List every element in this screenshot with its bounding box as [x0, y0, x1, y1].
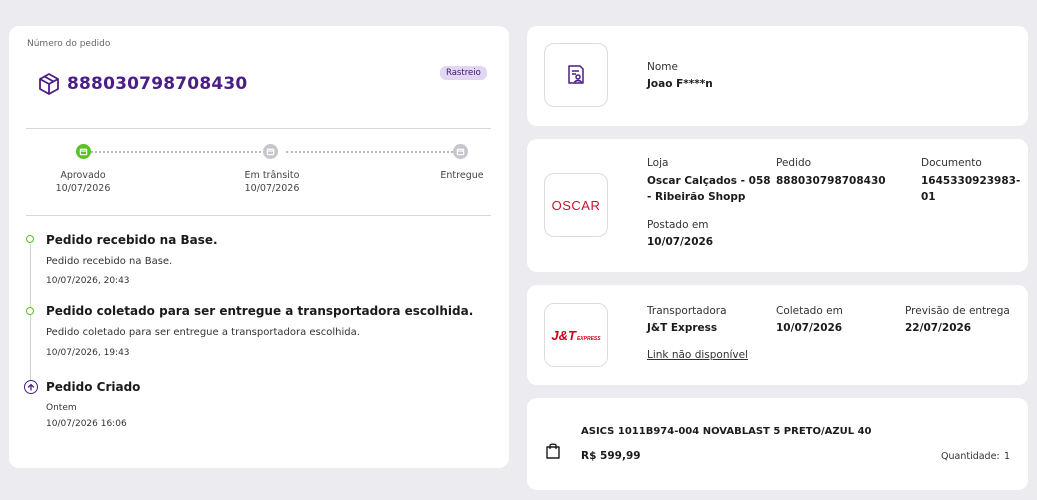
step-date: 10/07/2026: [244, 183, 300, 194]
store-value-line: Oscar Calçados - 058: [647, 175, 771, 187]
timeline-event-time: 10/07/2026 16:06: [46, 419, 127, 429]
package-icon: [39, 73, 59, 95]
collected-label: Coletado em: [776, 305, 843, 317]
store-value: Oscar Calçados - 058 - Ribeirão Shopp: [647, 173, 771, 205]
carrier-value: J&T Express: [647, 322, 718, 334]
order-number: 888030798708430: [67, 74, 248, 94]
timeline-dot: [26, 235, 34, 243]
order-tracking-card: Número do pedido 888030798708430 Rastrei…: [9, 26, 509, 468]
forecast-label: Previsão de entrega: [905, 305, 1010, 317]
document-value: 1645330923983- 01: [921, 173, 1020, 205]
timeline-event-title: Pedido coletado para ser entregue a tran…: [46, 304, 474, 318]
jt-logo-text: J&T: [551, 327, 576, 343]
jt-express-logo: J&T EXPRESS: [551, 328, 600, 343]
oscar-logo: OSCAR: [551, 197, 601, 213]
quantity-value: 1: [1004, 451, 1011, 462]
step-delivered: Entregue: [422, 169, 502, 182]
timeline-event-title: Pedido recebido na Base.: [46, 233, 218, 247]
step-approved-indicator: [76, 144, 91, 159]
document-label: Documento: [921, 157, 982, 169]
timeline-event-description: Pedido recebido na Base.: [46, 256, 173, 267]
timeline-event-description: Pedido coletado para ser entregue a tran…: [46, 327, 360, 338]
posted-value: 10/07/2026: [647, 236, 714, 248]
product-price: R$ 599,99: [581, 450, 641, 462]
document-value-line: 01: [921, 191, 936, 203]
customer-icon-box: [544, 43, 608, 107]
store-card: OSCAR Loja Oscar Calçados - 058 - Ribeir…: [527, 139, 1028, 272]
order-value: 888030798708430: [776, 175, 886, 187]
timeline-event-time: 10/07/2026, 19:43: [46, 348, 130, 358]
order-label: Pedido: [776, 157, 812, 169]
document-user-icon: [568, 65, 584, 84]
step-label: Entregue: [440, 170, 484, 181]
tracking-link[interactable]: Link não disponível: [647, 349, 748, 361]
jt-logo-subtext: EXPRESS: [576, 335, 601, 342]
timeline-event-title: Pedido Criado: [46, 380, 141, 394]
divider: [26, 215, 491, 216]
quantity-label: Quantidade:: [941, 451, 1000, 462]
tracking-badge[interactable]: Rastreio: [440, 66, 487, 80]
box-icon: [266, 148, 275, 156]
posted-label: Postado em: [647, 219, 709, 231]
carrier-label: Transportadora: [647, 305, 727, 317]
arrow-up-icon: [27, 383, 35, 391]
box-icon: [79, 148, 88, 156]
step-label: Aprovado: [60, 170, 106, 181]
step-connector: [91, 151, 261, 153]
name-label: Nome: [647, 61, 678, 73]
product-name: ASICS 1011B974-004 NOVABLAST 5 PRETO/AZU…: [581, 426, 872, 437]
box-icon: [456, 148, 465, 156]
timeline-event-description: Ontem: [46, 403, 77, 413]
collected-value: 10/07/2026: [776, 322, 843, 334]
document-value-line: 1645330923983-: [921, 175, 1021, 187]
carrier-logo-box: J&T EXPRESS: [544, 303, 608, 367]
store-label: Loja: [647, 157, 669, 169]
shopping-bag-icon: [546, 443, 560, 459]
timeline-created-indicator: [24, 380, 38, 394]
timeline-dot: [26, 307, 34, 315]
store-value-line: - Ribeirão Shopp: [647, 191, 746, 203]
step-delivered-indicator: [453, 144, 468, 159]
step-transit: Em trânsito 10/07/2026: [232, 169, 312, 195]
store-logo-box: OSCAR: [544, 173, 608, 237]
forecast-value: 22/07/2026: [905, 322, 972, 334]
step-date: 10/07/2026: [55, 183, 111, 194]
carrier-card: J&T EXPRESS Transportadora J&T Express C…: [527, 285, 1028, 385]
product-card: ASICS 1011B974-004 NOVABLAST 5 PRETO/AZU…: [527, 398, 1028, 490]
timeline-event-time: 10/07/2026, 20:43: [46, 276, 130, 286]
step-transit-indicator: [263, 144, 278, 159]
order-number-label: Número do pedido: [27, 39, 111, 49]
step-connector: [286, 151, 453, 153]
divider: [26, 128, 491, 129]
step-approved: Aprovado 10/07/2026: [43, 169, 123, 195]
step-label: Em trânsito: [244, 170, 300, 181]
name-value: Joao F****n: [647, 78, 713, 90]
customer-card: Nome Joao F****n: [527, 26, 1028, 126]
